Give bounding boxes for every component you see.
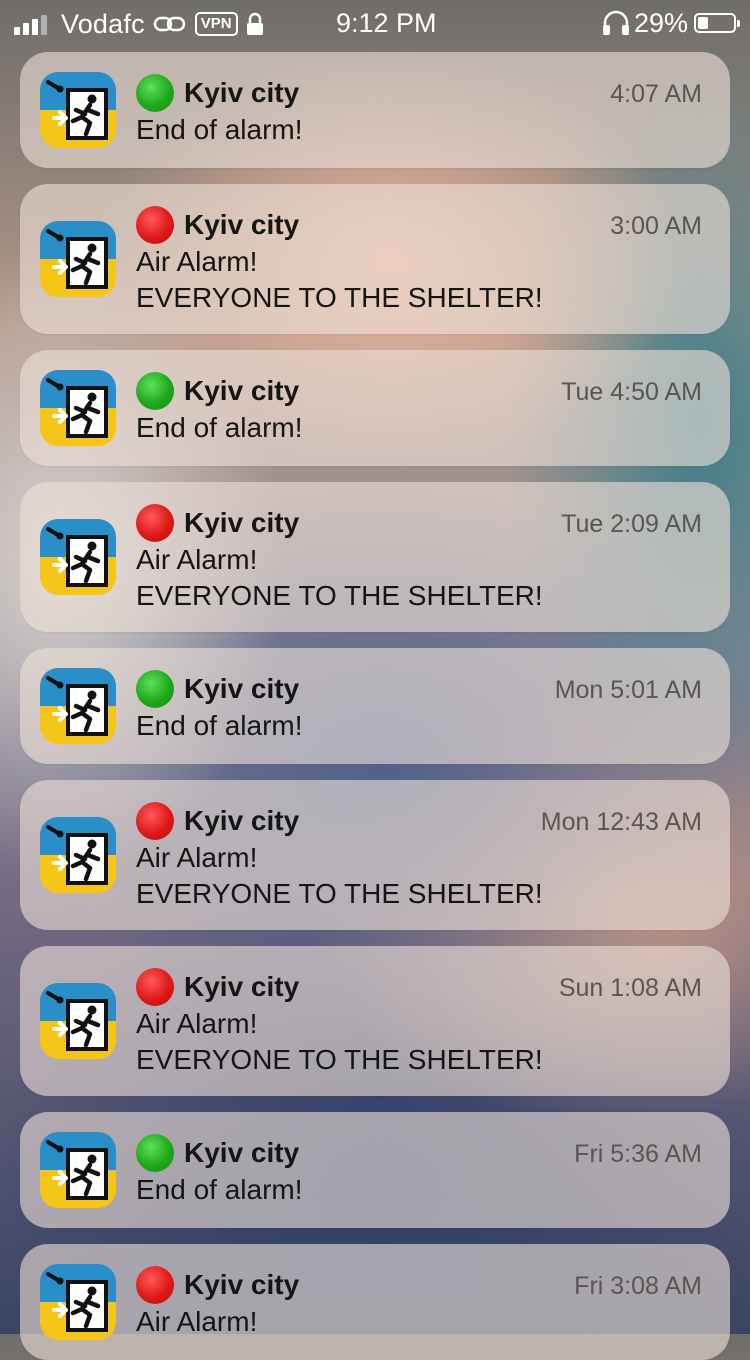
air-alert-app-icon <box>40 72 116 148</box>
notification-header: Kyiv city <box>136 968 299 1006</box>
notification-time: Fri 5:36 AM <box>574 1140 702 1168</box>
notification-card[interactable]: Kyiv city Mon 12:43 AM Air Alarm! EVERYONE … <box>20 780 730 930</box>
notification-header: Kyiv city <box>136 206 299 244</box>
notification-body-line: EVERYONE TO THE SHELTER! <box>136 878 543 909</box>
signal-bar <box>23 23 29 35</box>
lock-icon <box>246 12 263 35</box>
red-circle-icon <box>136 802 174 840</box>
notification-card[interactable]: Kyiv city 4:07 AM End of alarm! <box>20 52 730 168</box>
notification-title: Kyiv city <box>184 507 300 538</box>
notification-card[interactable]: Kyiv city Tue 2:09 AM Air Alarm! EVERYONE T… <box>20 482 730 632</box>
notification-body-line: End of alarm! <box>136 710 303 741</box>
notification-body-line: EVERYONE TO THE SHELTER! <box>136 282 543 313</box>
notification-header: Kyiv city <box>136 670 299 708</box>
battery-percentage: 29% <box>633 7 688 38</box>
signal-bar <box>41 15 47 35</box>
headphones-icon <box>602 10 629 35</box>
air-alert-app-icon <box>40 668 116 744</box>
air-alert-app-icon <box>40 1264 116 1340</box>
notification-body-line: Air Alarm! <box>136 1008 258 1039</box>
signal-bar <box>14 27 20 35</box>
notification-body-line: EVERYONE TO THE SHELTER! <box>136 1044 543 1075</box>
notification-time: Tue 4:50 AM <box>561 378 702 406</box>
notification-time: Mon 5:01 AM <box>554 676 702 704</box>
battery-icon <box>694 13 740 33</box>
notification-title: Kyiv city <box>184 1137 300 1168</box>
air-alert-app-icon <box>40 370 116 446</box>
notification-body-line: End of alarm! <box>136 114 303 145</box>
notification-title: Kyiv city <box>184 673 300 704</box>
notification-title: Kyiv city <box>184 805 300 836</box>
red-circle-icon <box>136 1266 174 1304</box>
air-alert-app-icon <box>40 1132 116 1208</box>
notification-card[interactable]: Kyiv city Fri 5:36 AM End of alarm! <box>20 1112 730 1228</box>
carrier-name: Vodafc <box>61 8 145 39</box>
notification-body-line: Air Alarm! <box>136 246 258 277</box>
link-icon <box>153 16 186 32</box>
notification-body-line: End of alarm! <box>136 412 303 443</box>
notification-header: Kyiv city <box>136 1266 299 1304</box>
green-circle-icon <box>136 1134 174 1172</box>
signal-bar <box>32 19 38 35</box>
notification-time: Sun 1:08 AM <box>558 974 702 1002</box>
green-circle-icon <box>136 74 174 112</box>
status-right: 29% <box>602 7 740 38</box>
notification-title: Kyiv city <box>184 971 300 1002</box>
notification-title: Kyiv city <box>184 209 300 240</box>
notification-header: Kyiv city <box>136 802 299 840</box>
notification-body-line: EVERYONE TO THE SHELTER! <box>136 580 543 611</box>
red-circle-icon <box>136 504 174 542</box>
notification-body-line: Air Alarm! <box>136 544 258 575</box>
status-time: 9:12 PM <box>336 8 437 38</box>
notification-body-line: Air Alarm! <box>136 1306 258 1337</box>
notification-time: 3:00 AM <box>610 212 702 240</box>
air-alert-app-icon <box>40 221 116 297</box>
notification-card[interactable]: Kyiv city Mon 5:01 AM End of alarm! <box>20 648 730 764</box>
notification-card[interactable]: Kyiv city Tue 4:50 AM End of alarm! <box>20 350 730 466</box>
green-circle-icon <box>136 670 174 708</box>
notification-title: Kyiv city <box>184 375 300 406</box>
notification-card[interactable]: Kyiv city 3:00 AM Air Alarm! EVERYONE TO TH… <box>20 184 730 334</box>
red-circle-icon <box>136 968 174 1006</box>
notification-time: 4:07 AM <box>610 80 702 108</box>
notification-header: Kyiv city <box>136 504 299 542</box>
notification-time: Tue 2:09 AM <box>561 510 702 538</box>
air-alert-app-icon <box>40 817 116 893</box>
notification-time: Mon 12:43 AM <box>540 808 702 836</box>
notification-title: Kyiv city <box>184 1269 300 1300</box>
notification-header: Kyiv city <box>136 74 299 112</box>
notification-title: Kyiv city <box>184 77 300 108</box>
air-alert-app-icon <box>40 983 116 1059</box>
notification-header: Kyiv city <box>136 372 299 410</box>
battery-fill <box>698 17 708 29</box>
status-bar: Vodafc VPN 9:12 PM 29% <box>0 0 750 48</box>
green-circle-icon <box>136 372 174 410</box>
air-alert-app-icon <box>40 519 116 595</box>
notification-header: Kyiv city <box>136 1134 299 1172</box>
notification-card[interactable]: Kyiv city Sun 1:08 AM Air Alarm! EVERYONE T… <box>20 946 730 1096</box>
signal-strength-icon <box>14 13 47 35</box>
status-left: Vodafc VPN <box>14 8 270 39</box>
red-circle-icon <box>136 206 174 244</box>
notification-card[interactable]: Kyiv city Fri 3:08 AM Air Alarm! <box>20 1244 730 1360</box>
notification-body-line: End of alarm! <box>136 1174 303 1205</box>
notification-time: Fri 3:08 AM <box>574 1272 702 1300</box>
vpn-badge: VPN <box>194 12 238 36</box>
notification-body-line: Air Alarm! <box>136 842 258 873</box>
